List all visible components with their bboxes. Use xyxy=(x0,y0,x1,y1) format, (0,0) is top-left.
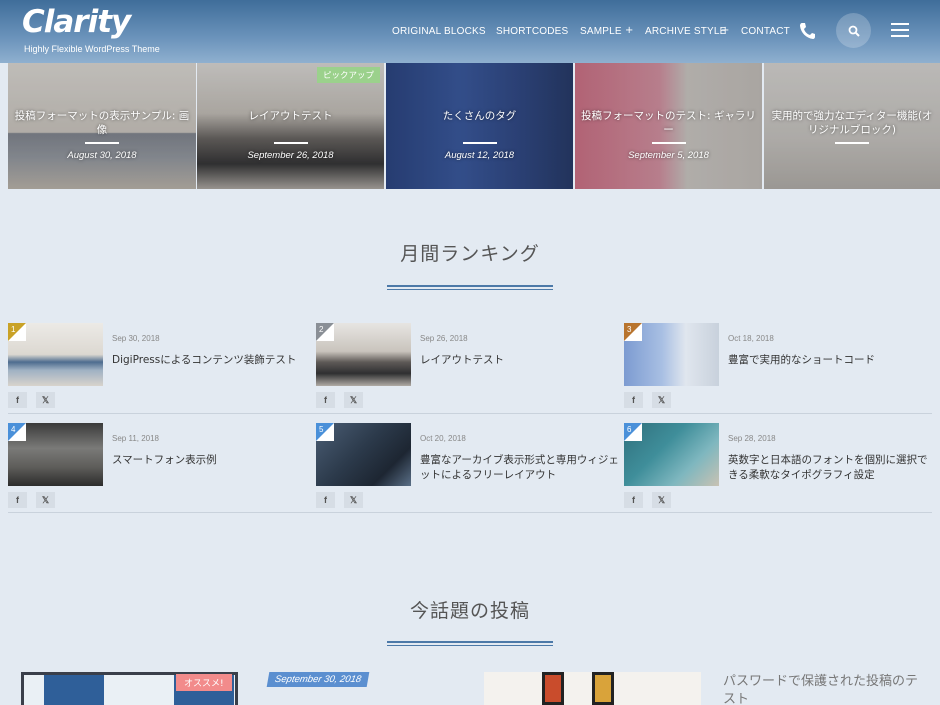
trending-heading-rule xyxy=(387,641,553,646)
slide-divider xyxy=(85,142,119,144)
share-buttons: f 𝕏 xyxy=(624,492,671,508)
slide-2[interactable]: ピックアップ レイアウトテスト September 26, 2018 xyxy=(197,63,384,189)
menu-icon[interactable] xyxy=(891,23,909,37)
slide-4[interactable]: 投稿フォーマットのテスト: ギャラリー September 5, 2018 xyxy=(575,63,762,189)
slide-date: August 12, 2018 xyxy=(444,150,515,161)
x-share-icon[interactable]: 𝕏 xyxy=(652,392,671,408)
rank-badge: 4 xyxy=(8,423,26,441)
ranking-heading: 月間ランキング xyxy=(400,243,540,265)
share-buttons: f 𝕏 xyxy=(8,492,55,508)
nav-original-blocks[interactable]: ORIGINAL BLOCKS xyxy=(392,26,486,37)
nav-archive-expand-icon[interactable]: + xyxy=(721,25,729,36)
facebook-share-icon[interactable]: f xyxy=(316,392,335,408)
slide-title: 投稿フォーマットのテスト: ギャラリー xyxy=(581,110,756,136)
share-buttons: f 𝕏 xyxy=(8,392,55,408)
nav-sample[interactable]: SAMPLE xyxy=(580,26,622,37)
x-share-icon[interactable]: 𝕏 xyxy=(36,492,55,508)
phone-icon[interactable] xyxy=(799,22,815,40)
slide-date: September 5, 2018 xyxy=(628,150,709,161)
nav-sample-expand-icon[interactable]: + xyxy=(625,25,633,36)
recommend-badge: オススメ! xyxy=(176,674,232,691)
x-share-icon[interactable]: 𝕏 xyxy=(36,392,55,408)
facebook-share-icon[interactable]: f xyxy=(624,392,643,408)
slide-1[interactable]: 投稿フォーマットの表示サンプル: 画像 August 30, 2018 xyxy=(8,63,196,189)
facebook-share-icon[interactable]: f xyxy=(624,492,643,508)
ranking-thumbnail[interactable]: 5 xyxy=(316,423,411,486)
ranking-date: Sep 28, 2018 xyxy=(728,434,776,443)
rank-badge: 2 xyxy=(316,323,334,341)
ranking-thumbnail[interactable]: 1 xyxy=(8,323,103,386)
search-button[interactable] xyxy=(836,13,871,48)
slide-title: レイアウトテスト xyxy=(248,110,333,122)
site-tagline: Highly Flexible WordPress Theme xyxy=(24,44,160,54)
nav-archive-style[interactable]: ARCHIVE STYLE xyxy=(645,26,727,37)
slide-divider xyxy=(651,142,686,144)
ranking-thumbnail[interactable]: 2 xyxy=(316,323,411,386)
ranking-item-6[interactable]: 6 Sep 28, 2018 英数字と日本語のフォントを個別に選択できる柔軟なタ… xyxy=(624,423,932,520)
ranking-title[interactable]: DigiPressによるコンテンツ装飾テスト xyxy=(112,353,312,368)
ranking-title[interactable]: 英数字と日本語のフォントを個別に選択できる柔軟なタイポグラフィ設定 xyxy=(728,453,928,483)
ranking-date: Sep 30, 2018 xyxy=(112,334,160,343)
rank-badge: 6 xyxy=(624,423,642,441)
slide-title: 投稿フォーマットの表示サンプル: 画像 xyxy=(14,110,190,136)
x-share-icon[interactable]: 𝕏 xyxy=(344,392,363,408)
ranking-thumbnail[interactable]: 3 xyxy=(624,323,719,386)
ranking-title[interactable]: レイアウトテスト xyxy=(420,353,620,368)
trending-post-2-image[interactable] xyxy=(484,672,701,705)
slide-title: たくさんのタグ xyxy=(442,110,517,122)
trending-heading: 今話題の投稿 xyxy=(409,600,530,622)
ranking-item-3[interactable]: 3 Oct 18, 2018 豊富で実用的なショートコード f 𝕏 xyxy=(624,323,932,420)
ranking-item-5[interactable]: 5 Oct 20, 2018 豊富なアーカイブ表示形式と専用ウィジェットによるフ… xyxy=(316,423,624,520)
ranking-row-divider xyxy=(8,413,932,414)
ranking-item-1[interactable]: 1 Sep 30, 2018 DigiPressによるコンテンツ装飾テスト f … xyxy=(8,323,316,420)
site-header: Clarity Highly Flexible WordPress Theme … xyxy=(0,0,940,63)
x-share-icon[interactable]: 𝕏 xyxy=(652,492,671,508)
slide-date: August 30, 2018 xyxy=(67,150,137,161)
pickup-badge: ピックアップ xyxy=(316,67,380,83)
search-icon xyxy=(848,25,860,37)
share-buttons: f 𝕏 xyxy=(316,392,363,408)
ranking-title[interactable]: スマートフォン表示例 xyxy=(112,453,312,468)
ranking-heading-rule xyxy=(387,285,553,290)
ranking-date: Sep 26, 2018 xyxy=(420,334,468,343)
share-buttons: f 𝕏 xyxy=(316,492,363,508)
featured-slider: 投稿フォーマットの表示サンプル: 画像 August 30, 2018 ピックア… xyxy=(0,63,940,190)
nav-shortcodes[interactable]: SHORTCODES xyxy=(496,26,568,37)
slide-title: 実用的で強力なエディター機能(オリジナルブロック) xyxy=(771,110,933,136)
facebook-share-icon[interactable]: f xyxy=(316,492,335,508)
ranking-thumbnail[interactable]: 6 xyxy=(624,423,719,486)
ranking-thumbnail[interactable]: 4 xyxy=(8,423,103,486)
slide-divider xyxy=(273,142,308,144)
facebook-share-icon[interactable]: f xyxy=(8,492,27,508)
ranking-title[interactable]: 豊富で実用的なショートコード xyxy=(728,353,928,368)
rank-badge: 1 xyxy=(8,323,26,341)
nav-contact[interactable]: CONTACT xyxy=(741,26,790,37)
slide-5[interactable]: 実用的で強力なエディター機能(オリジナルブロック) xyxy=(764,63,940,189)
ranking-date: Oct 20, 2018 xyxy=(420,434,466,443)
site-logo[interactable]: Clarity xyxy=(22,4,131,40)
slide-date: September 26, 2018 xyxy=(247,150,334,161)
trending-post-date: September 30, 2018 xyxy=(266,672,370,687)
slide-divider xyxy=(462,142,497,144)
x-share-icon[interactable]: 𝕏 xyxy=(344,492,363,508)
ranking-title[interactable]: 豊富なアーカイブ表示形式と専用ウィジェットによるフリーレイアウト xyxy=(420,453,620,483)
slide-divider xyxy=(835,142,869,144)
ranking-row-divider xyxy=(8,512,932,513)
facebook-share-icon[interactable]: f xyxy=(8,392,27,408)
ranking-date: Sep 11, 2018 xyxy=(112,434,160,443)
rank-badge: 3 xyxy=(624,323,642,341)
rank-badge: 5 xyxy=(316,423,334,441)
ranking-date: Oct 18, 2018 xyxy=(728,334,774,343)
ranking-item-4[interactable]: 4 Sep 11, 2018 スマートフォン表示例 f 𝕏 xyxy=(8,423,316,520)
trending-post-2-title[interactable]: パスワードで保護された投稿のテスト xyxy=(723,673,923,705)
slide-3[interactable]: たくさんのタグ August 12, 2018 xyxy=(386,63,573,189)
ranking-item-2[interactable]: 2 Sep 26, 2018 レイアウトテスト f 𝕏 xyxy=(316,323,624,420)
share-buttons: f 𝕏 xyxy=(624,392,671,408)
